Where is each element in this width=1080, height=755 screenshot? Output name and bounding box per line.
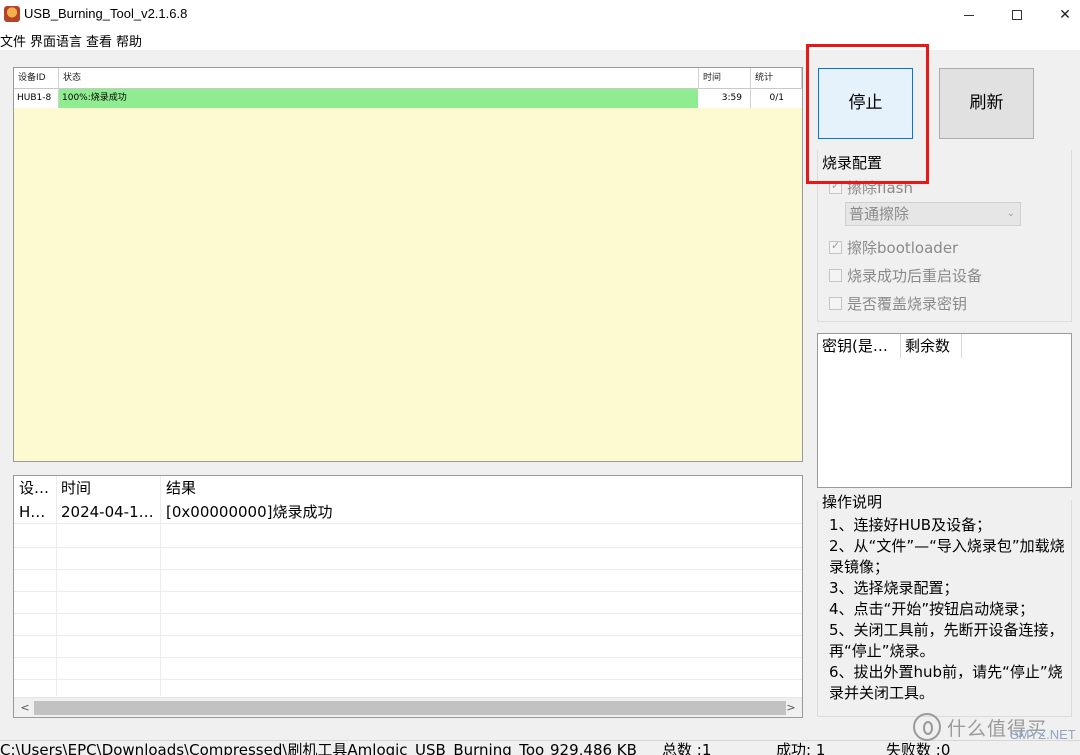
log-row-empty [14, 546, 802, 570]
col-stat[interactable]: 统计 [751, 68, 802, 89]
checkbox-unchecked-icon [829, 268, 842, 282]
log-row-empty [14, 656, 802, 680]
overwrite-key-label: 是否覆盖烧录密钥 [847, 294, 968, 313]
window-title: USB_Burning_Tool_v2.1.6.8 [24, 6, 188, 21]
device-list: 设备ID 状态 时间 统计 HUB1-8 100%:烧录成功 3:59 0/1 [13, 67, 803, 462]
device-list-header: 设备ID 状态 时间 统计 [14, 68, 802, 89]
key-col-name[interactable]: 密钥(是… [818, 334, 901, 358]
reboot-after-label: 烧录成功后重启设备 [847, 266, 983, 285]
log-col-device[interactable]: 设… [14, 476, 56, 500]
status-path: C:\Users\EPC\Downloads\Compressed\刷机工具Am… [0, 741, 545, 755]
log-header: 设… 时间 结果 [14, 476, 802, 500]
log-row-empty [14, 590, 802, 614]
col-status[interactable]: 状态 [59, 68, 699, 89]
col-device-id[interactable]: 设备ID [14, 68, 59, 89]
log-list: 设… 时间 结果 H… 2024-04-1… [0x00000000]烧录成功 … [13, 475, 803, 718]
erase-mode-select[interactable]: 普通擦除 ⌄ [845, 202, 1021, 226]
highlight-annotation [806, 44, 929, 184]
col-time[interactable]: 时间 [699, 68, 751, 89]
checkbox-unchecked-icon [829, 296, 842, 310]
status-success: 成功: 1 [776, 741, 826, 755]
key-col-remaining[interactable]: 剩余数 [901, 334, 962, 358]
watermark-sub: SMYZ.NET [1010, 727, 1076, 742]
key-table: 密钥(是… 剩余数 [817, 333, 1072, 488]
menu-view[interactable]: 查看 [86, 31, 116, 50]
minimize-icon [964, 14, 974, 16]
log-row[interactable]: H… 2024-04-1… [0x00000000]烧录成功 [14, 500, 802, 524]
checkbox-checked-icon [829, 239, 842, 254]
log-result: [0x00000000]烧录成功 [166, 503, 333, 521]
device-time: 3:59 [699, 89, 751, 108]
device-row[interactable]: HUB1-8 100%:烧录成功 3:59 0/1 [14, 89, 802, 108]
erase-bootloader-checkbox[interactable]: 擦除bootloader [829, 238, 959, 257]
log-time: 2024-04-1… [61, 503, 154, 521]
erase-bootloader-label: 擦除bootloader [847, 238, 959, 257]
overwrite-key-checkbox[interactable]: 是否覆盖烧录密钥 [829, 294, 968, 313]
scroll-right-arrow-icon[interactable]: > [784, 701, 798, 715]
log-row-empty [14, 612, 802, 636]
close-button[interactable]: ✕ [1040, 0, 1080, 30]
scroll-thumb[interactable] [34, 701, 786, 715]
horizontal-scrollbar[interactable]: < > [14, 697, 802, 717]
title-bar: USB_Burning_Tool_v2.1.6.8 ✕ [0, 0, 1080, 30]
device-id: HUB1-8 [14, 89, 59, 108]
log-col-time[interactable]: 时间 [56, 476, 161, 500]
device-status-progress: 100%:烧录成功 [59, 89, 699, 108]
chevron-down-icon: ⌄ [1006, 208, 1015, 219]
scroll-left-arrow-icon[interactable]: < [18, 701, 32, 715]
refresh-button[interactable]: 刷新 [939, 68, 1034, 139]
app-icon [4, 6, 20, 22]
log-row-empty [14, 634, 802, 658]
device-stat: 0/1 [751, 89, 802, 108]
help-title: 操作说明 [822, 491, 887, 512]
status-size: 929,486 KB [550, 741, 637, 755]
menu-help[interactable]: 帮助 [116, 31, 146, 50]
erase-mode-value: 普通擦除 [849, 205, 910, 223]
reboot-after-checkbox[interactable]: 烧录成功后重启设备 [829, 266, 983, 285]
help-text: 1、连接好HUB及设备； 2、从“文件”—“导入烧录包”加载烧录镜像； 3、选择… [829, 516, 1065, 702]
menu-language[interactable]: 界面语言 [30, 31, 86, 50]
menu-file[interactable]: 文件 [0, 31, 30, 50]
status-failed: 失败数 :0 [886, 741, 951, 755]
close-icon: ✕ [1059, 7, 1071, 23]
log-col-result[interactable]: 结果 [161, 476, 461, 500]
log-row-empty [14, 568, 802, 592]
log-device: H… [19, 503, 46, 521]
status-bar: C:\Users\EPC\Downloads\Compressed\刷机工具Am… [0, 740, 1080, 755]
maximize-icon [1012, 10, 1022, 20]
log-row-empty [14, 524, 802, 548]
status-total: 总数 :1 [662, 741, 712, 755]
maximize-button[interactable] [992, 0, 1042, 30]
minimize-button[interactable] [944, 0, 994, 30]
watermark-logo-icon [913, 713, 941, 741]
